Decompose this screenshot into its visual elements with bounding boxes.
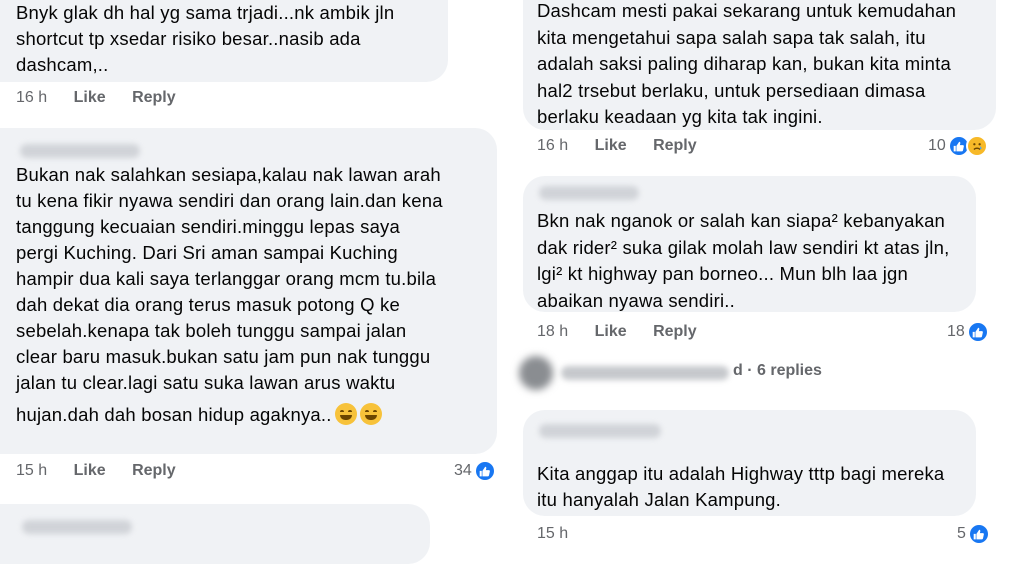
comment-line: sebelah.kenapa tak boleh tunggu sampai j… bbox=[16, 320, 407, 341]
comment-line: lgi² kt highway pan borneo... Mun blh la… bbox=[537, 263, 908, 284]
comment-line: Kita anggap itu adalah Highway tttp bagi… bbox=[537, 463, 945, 484]
commenter-name[interactable] bbox=[539, 424, 661, 438]
reaction-count: 34 bbox=[454, 462, 472, 479]
like-button[interactable]: Like bbox=[74, 89, 106, 106]
like-reaction-icon bbox=[967, 523, 990, 545]
comment-line: tu kena fikir nyawa sendiri dan orang la… bbox=[16, 190, 443, 211]
reply-button[interactable]: Reply bbox=[653, 137, 697, 154]
laughing-face-icon bbox=[359, 403, 382, 425]
comment-timestamp[interactable]: 16 h bbox=[16, 89, 47, 106]
reply-button[interactable]: Reply bbox=[132, 462, 176, 479]
comment-line: adalah saksi paling diharap kan, bukan k… bbox=[537, 53, 951, 74]
comment-line: hujan.dah dah bosan hidup agaknya.. bbox=[16, 404, 332, 425]
view-replies-link[interactable]: d · 6 replies bbox=[733, 362, 822, 380]
comment-line: tanggung kecuaian sendiri.minggu lepas s… bbox=[16, 216, 400, 237]
comment-line: dashcam,.. bbox=[16, 54, 109, 75]
comment-line: Bukan nak salahkan sesiapa,kalau nak law… bbox=[16, 164, 441, 185]
comment-text: Dashcam mesti pakai sekarang untuk kemud… bbox=[537, 0, 956, 131]
right-comment-column: Dashcam mesti pakai sekarang untuk kemud… bbox=[515, 0, 1024, 545]
comment-actions: 15 h bbox=[537, 525, 590, 543]
reply-button[interactable]: Reply bbox=[132, 89, 176, 106]
reaction-count: 18 bbox=[947, 323, 965, 340]
comment-last-line: hujan.dah dah bosan hidup agaknya.. bbox=[16, 402, 443, 428]
comment-bubble bbox=[0, 504, 430, 564]
avatar[interactable] bbox=[519, 356, 553, 390]
comment-line: pergi Kuching. Dari Sri aman sampai Kuch… bbox=[16, 242, 398, 263]
reaction-summary[interactable]: 34 bbox=[454, 460, 496, 482]
comment-line: abaikan nyawa sendiri.. bbox=[537, 289, 735, 311]
laughing-face-icon bbox=[334, 403, 357, 425]
comment-line: hampir dua kali saya terlanggar orang mc… bbox=[16, 268, 437, 289]
commenter-name[interactable] bbox=[22, 520, 132, 534]
like-reaction-icon bbox=[966, 321, 989, 343]
comment-line: dah dekat dia orang terus masuk potong Q… bbox=[16, 294, 400, 315]
like-button[interactable]: Like bbox=[74, 462, 106, 479]
like-button[interactable]: Like bbox=[595, 323, 627, 340]
comment-line: berlaku keadaan yg kita tak ingini. bbox=[537, 106, 823, 127]
comment-line: dak rider² suka gilak molah law sendiri … bbox=[537, 236, 950, 258]
like-reaction-icon bbox=[473, 460, 496, 482]
comment-text: Kita anggap itu adalah Highway tttp bagi… bbox=[537, 461, 944, 513]
comment-line: jalan tu clear.lagi satu suka lawan arus… bbox=[16, 372, 396, 393]
comment-actions: 18 h Like Reply bbox=[537, 323, 719, 341]
reply-author-name[interactable] bbox=[561, 366, 729, 380]
comment-line: clear baru masuk.bukan satu jam pun nak … bbox=[16, 346, 431, 367]
like-button[interactable]: Like bbox=[595, 137, 627, 154]
comment-text: Bkn nak nganok or salah kan siapa² keban… bbox=[537, 208, 949, 314]
comment-line: Dashcam mesti pakai sekarang untuk kemud… bbox=[537, 0, 957, 21]
comment-timestamp[interactable]: 18 h bbox=[537, 323, 568, 340]
comment-line: hal2 trsebut berlaku, untuk persediaan d… bbox=[537, 79, 926, 101]
comment-actions: 16 h Like Reply bbox=[537, 137, 719, 155]
comment-text: Bukan nak salahkan sesiapa,kalau nak law… bbox=[16, 162, 443, 428]
comment-actions: 16 h Like Reply bbox=[16, 89, 198, 107]
commenter-name[interactable] bbox=[539, 186, 639, 200]
reaction-count: 10 bbox=[928, 137, 946, 154]
comment-line: shortcut tp xsedar risiko besar..nasib a… bbox=[16, 28, 361, 49]
reaction-count: 5 bbox=[957, 525, 966, 542]
comment-line: kita mengetahui sapa salah sapa tak sala… bbox=[537, 26, 926, 48]
reaction-summary[interactable]: 5 bbox=[957, 523, 990, 545]
comment-timestamp[interactable]: 15 h bbox=[16, 462, 47, 479]
comment-line: itu hanyalah Jalan Kampung. bbox=[537, 489, 782, 510]
comment-line: Bnyk glak dh hal yg sama trjadi...nk amb… bbox=[16, 2, 395, 23]
comment-actions: 15 h Like Reply bbox=[16, 462, 198, 480]
comment-line: Bkn nak nganok or salah kan siapa² keban… bbox=[537, 210, 946, 231]
reaction-summary[interactable]: 18 bbox=[947, 321, 989, 343]
sad-reaction-icon bbox=[965, 135, 988, 157]
reaction-summary[interactable]: 10 bbox=[928, 135, 988, 157]
comment-text: Bnyk glak dh hal yg sama trjadi...nk amb… bbox=[16, 0, 394, 78]
commenter-name[interactable] bbox=[20, 144, 140, 158]
comment-timestamp[interactable]: 15 h bbox=[537, 525, 568, 542]
reply-button[interactable]: Reply bbox=[653, 323, 697, 340]
comment-timestamp[interactable]: 16 h bbox=[537, 137, 568, 154]
left-comment-column: Bnyk glak dh hal yg sama trjadi...nk amb… bbox=[0, 0, 509, 564]
